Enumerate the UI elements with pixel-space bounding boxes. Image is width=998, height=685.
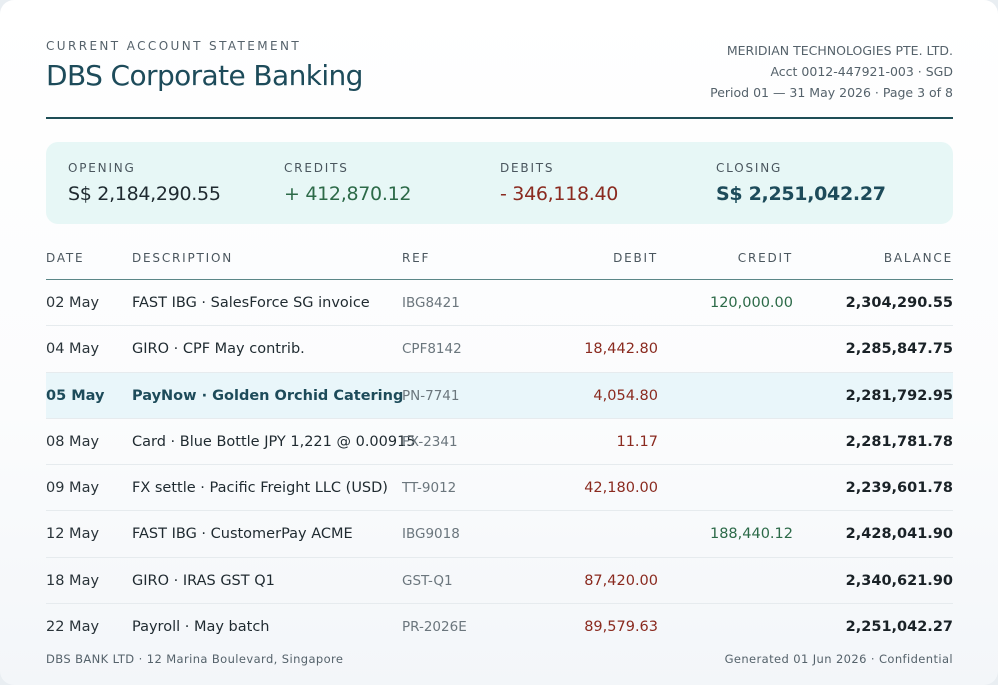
statement-card: CURRENT ACCOUNT STATEMENT DBS Corporate …	[0, 0, 998, 685]
row-date: 08 May	[46, 433, 100, 450]
row-ref: IBG9018	[402, 526, 460, 543]
transactions-table: DATE DESCRIPTION REF DEBIT CREDIT BALANC…	[46, 242, 953, 650]
row-ref: PR-2026E	[402, 619, 467, 636]
row-date: 09 May	[46, 480, 100, 497]
row-ref: FX-2341	[402, 433, 458, 450]
row-debit: 42,180.00	[584, 480, 658, 497]
row-credit: 188,440.12	[709, 526, 793, 543]
row-balance: 2,304,290.55	[845, 295, 953, 311]
account-number: Acct 0012-447921-003 · SGD	[770, 64, 953, 79]
row-debit: 89,579.63	[584, 619, 658, 636]
opening-value: S$ 2,184,290.55	[68, 183, 221, 205]
table-row[interactable]: 04 May GIRO · CPF May contrib. CPF8142 1…	[46, 326, 953, 373]
row-ref: CPF8142	[402, 341, 462, 358]
summary-opening: OPENING S$ 2,184,290.55	[68, 161, 221, 205]
row-ref: IBG8421	[402, 295, 460, 311]
closing-value: S$ 2,251,042.27	[716, 183, 886, 205]
row-date: 12 May	[46, 526, 100, 543]
row-date: 02 May	[46, 295, 100, 311]
statement-period: Period 01 — 31 May 2026 · Page 3 of 8	[710, 85, 953, 100]
row-balance: 2,428,041.90	[845, 526, 953, 543]
column-header-date: DATE	[46, 251, 85, 265]
bank-address: DBS BANK LTD · 12 Marina Boulevard, Sing…	[46, 652, 344, 666]
table-row[interactable]: 08 May Card · Blue Bottle JPY 1,221 @ 0.…	[46, 419, 953, 466]
column-header-balance: BALANCE	[883, 251, 953, 265]
row-description: FAST IBG · CustomerPay ACME	[132, 526, 353, 543]
row-date: 18 May	[46, 572, 100, 589]
row-debit: 4,054.80	[593, 387, 658, 404]
table-header: DATE DESCRIPTION REF DEBIT CREDIT BALANC…	[46, 242, 953, 280]
header-divider	[46, 117, 953, 119]
column-header-debit: DEBIT	[613, 251, 658, 265]
row-balance: 2,285,847.75	[845, 341, 953, 358]
row-description: Payroll · May batch	[132, 619, 270, 636]
company-name: MERIDIAN TECHNOLOGIES PTE. LTD.	[726, 43, 953, 58]
row-balance: 2,281,781.78	[845, 433, 953, 450]
debits-label: DEBITS	[500, 161, 555, 175]
table-row[interactable]: 09 May FX settle · Pacific Freight LLC (…	[46, 465, 953, 512]
column-header-credit: CREDIT	[737, 251, 793, 265]
row-description: PayNow · Golden Orchid Catering	[132, 387, 404, 404]
table-row[interactable]: 02 May FAST IBG · SalesForce SG invoice …	[46, 280, 953, 327]
row-balance: 2,340,621.90	[845, 572, 953, 589]
page-title: DBS Corporate Banking	[46, 59, 363, 92]
row-balance: 2,281,792.95	[845, 387, 953, 404]
row-description: FAST IBG · SalesForce SG invoice	[132, 295, 370, 311]
statement-type-label: CURRENT ACCOUNT STATEMENT	[46, 39, 302, 53]
column-header-ref: REF	[402, 251, 431, 265]
statement-header: CURRENT ACCOUNT STATEMENT DBS Corporate …	[46, 39, 363, 92]
row-debit: 18,442.80	[584, 341, 658, 358]
table-row[interactable]: 12 May FAST IBG · CustomerPay ACME IBG90…	[46, 511, 953, 558]
row-credit: 120,000.00	[709, 295, 793, 311]
summary-debits: DEBITS - 346,118.40	[500, 161, 618, 205]
row-date: 04 May	[46, 341, 100, 358]
row-debit: 87,420.00	[584, 572, 658, 589]
row-ref: TT-9012	[402, 480, 457, 497]
row-description: GIRO · CPF May contrib.	[132, 341, 305, 358]
row-balance: 2,239,601.78	[845, 480, 953, 497]
column-header-description: DESCRIPTION	[132, 251, 234, 265]
opening-label: OPENING	[68, 161, 136, 175]
credits-label: CREDITS	[284, 161, 349, 175]
row-date: 05 May	[46, 387, 105, 404]
row-description: FX settle · Pacific Freight LLC (USD)	[132, 480, 388, 497]
summary-credits: CREDITS + 412,870.12	[284, 161, 411, 205]
row-description: GIRO · IRAS GST Q1	[132, 572, 275, 589]
row-ref: GST-Q1	[402, 572, 453, 589]
row-debit: 11.17	[616, 433, 658, 450]
row-description: Card · Blue Bottle JPY 1,221 @ 0.00915	[132, 433, 416, 450]
row-ref: PN-7741	[402, 387, 460, 404]
balance-summary: OPENING S$ 2,184,290.55 CREDITS + 412,87…	[46, 142, 953, 224]
summary-closing: CLOSING S$ 2,251,042.27	[716, 161, 886, 205]
credits-value: + 412,870.12	[284, 183, 412, 205]
table-row-highlighted[interactable]: 05 May PayNow · Golden Orchid Catering P…	[46, 372, 953, 419]
closing-label: CLOSING	[716, 161, 783, 175]
account-info: MERIDIAN TECHNOLOGIES PTE. LTD. Acct 001…	[710, 40, 953, 103]
table-row[interactable]: 18 May GIRO · IRAS GST Q1 GST-Q1 87,420.…	[46, 558, 953, 605]
row-balance: 2,251,042.27	[845, 619, 953, 636]
table-row[interactable]: 22 May Payroll · May batch PR-2026E 89,5…	[46, 604, 953, 650]
generated-note: Generated 01 Jun 2026 · Confidential	[724, 652, 953, 666]
debits-value: - 346,118.40	[500, 183, 619, 205]
row-date: 22 May	[46, 619, 100, 636]
